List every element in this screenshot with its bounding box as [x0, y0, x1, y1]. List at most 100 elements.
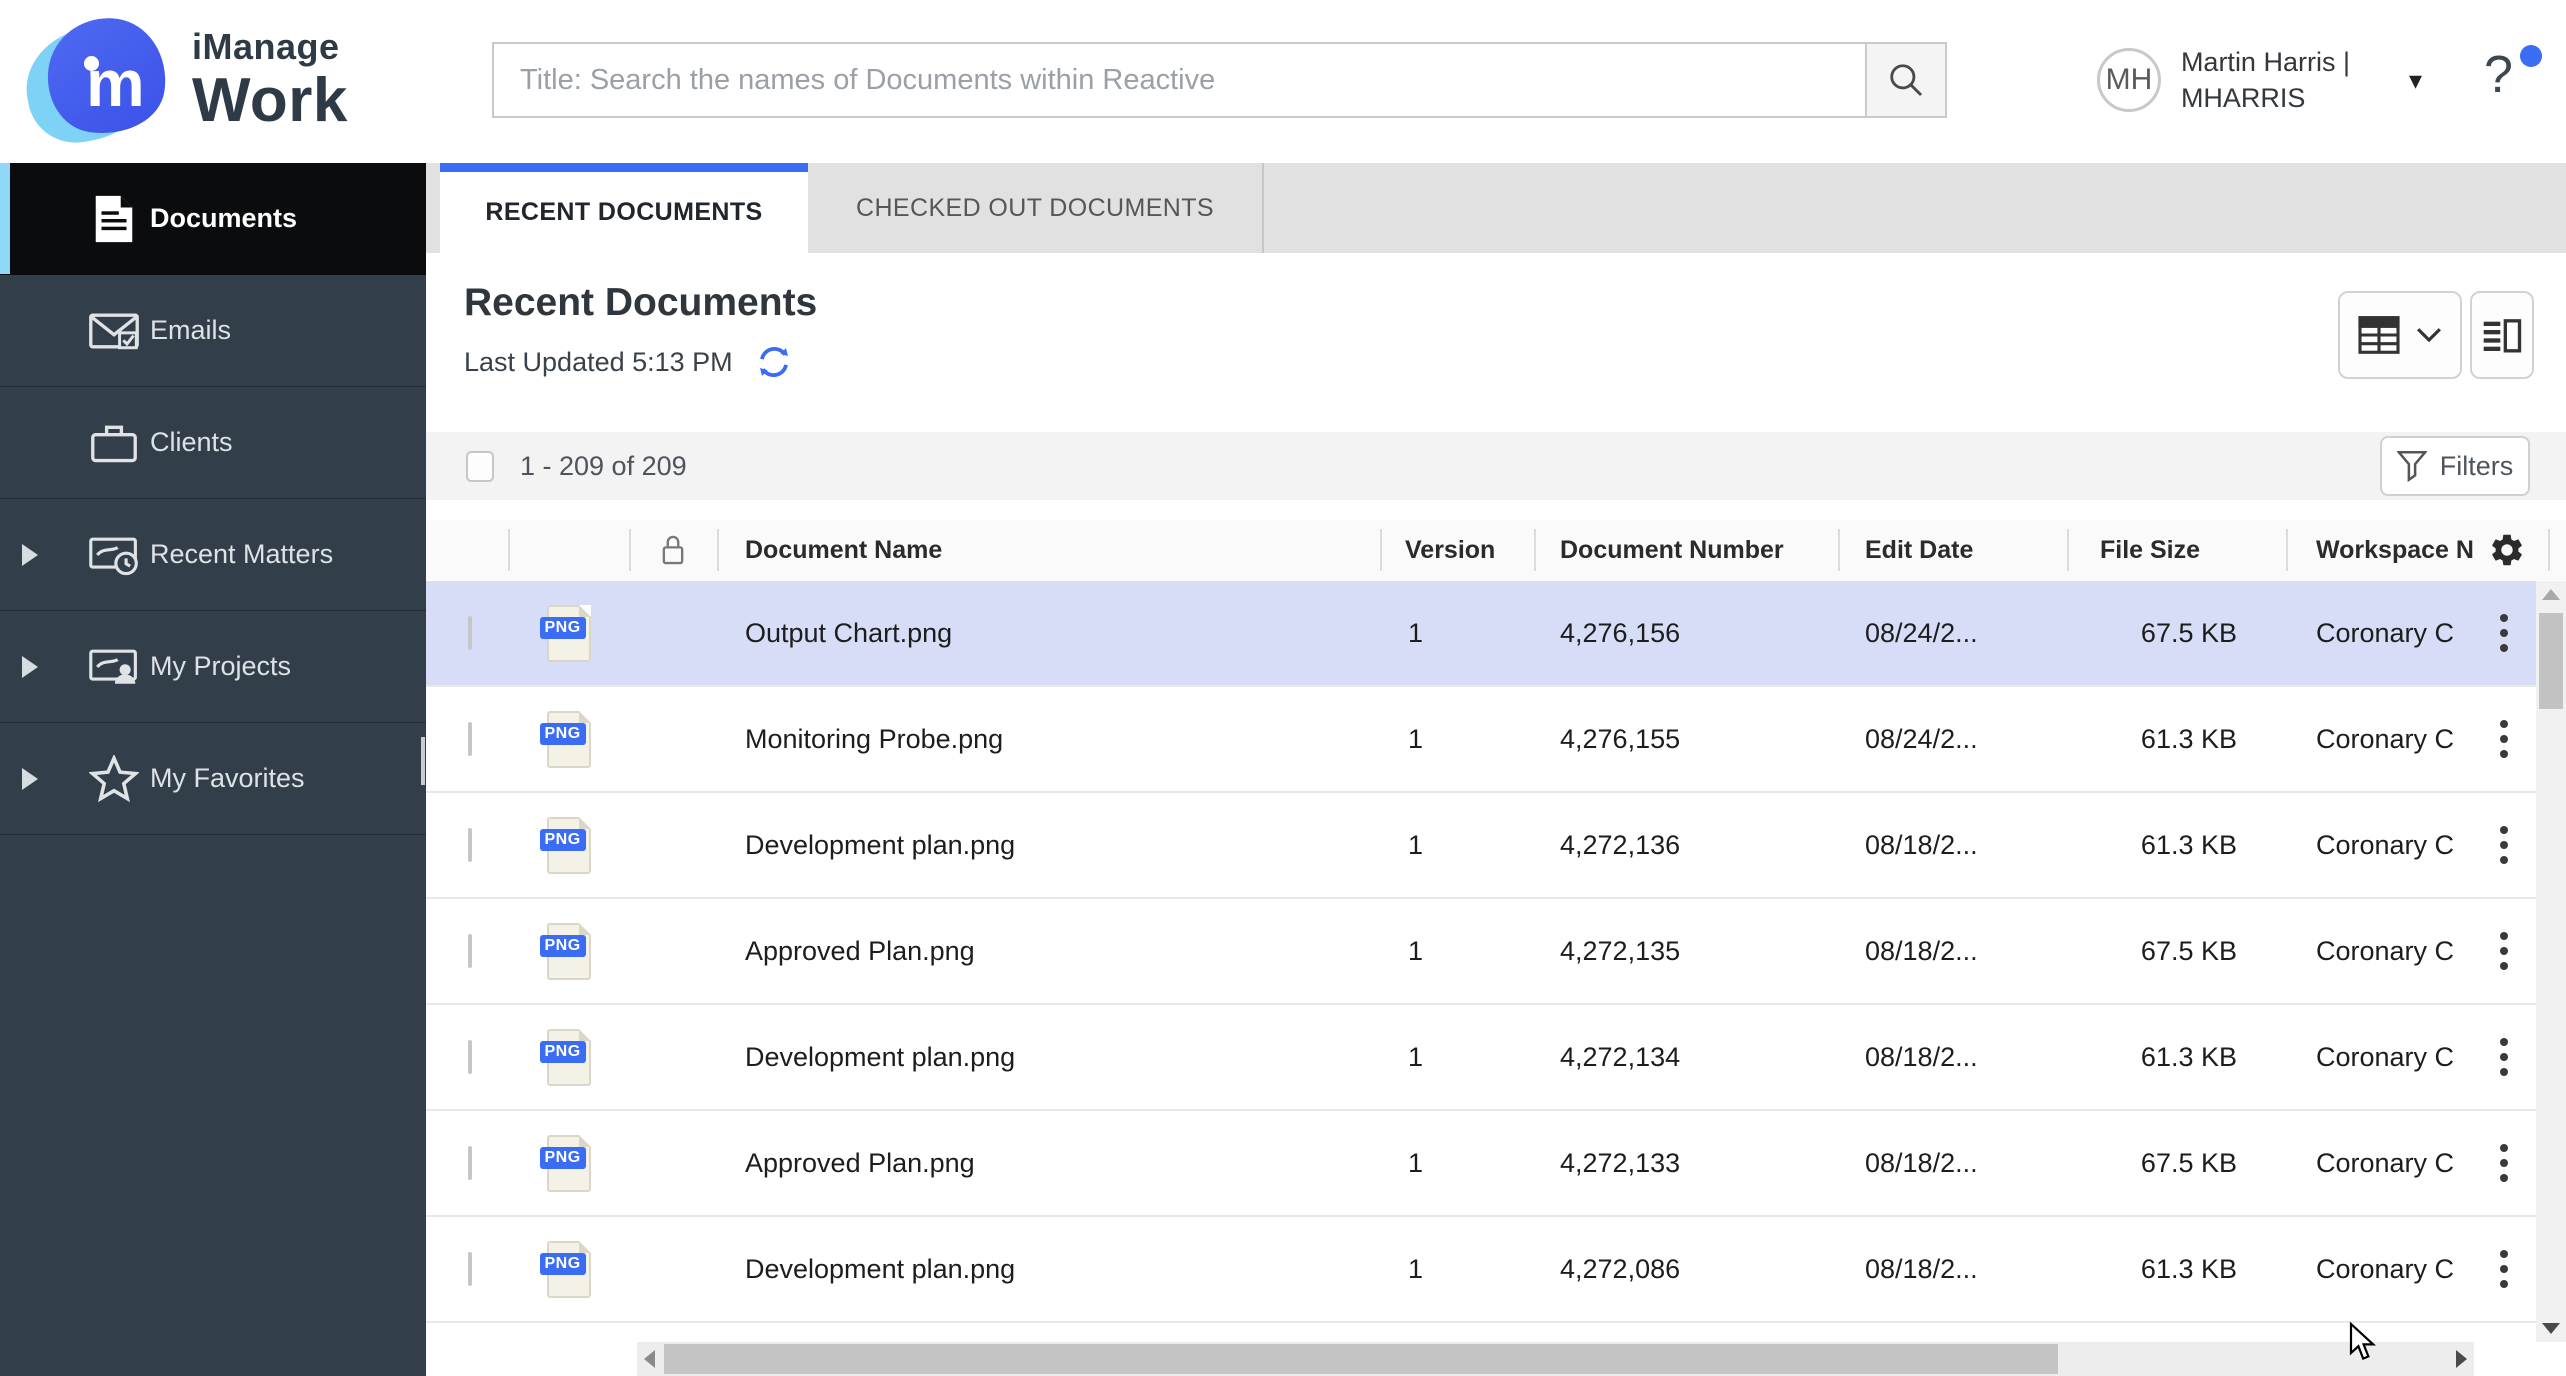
refresh-icon	[759, 347, 788, 377]
select-all-checkbox[interactable]	[466, 450, 494, 482]
document-version: 1	[1408, 617, 1424, 648]
document-name[interactable]: Monitoring Probe.png	[717, 724, 1380, 755]
imanage-work-logo[interactable]: m iManage Work	[17, 10, 348, 151]
png-file-icon: PNG	[539, 1240, 591, 1298]
document-number: 4,272,136	[1560, 829, 1681, 860]
document-name[interactable]: Approved Plan.png	[717, 1148, 1380, 1179]
header-file-size[interactable]: File Size	[2067, 520, 2286, 580]
document-name[interactable]: Development plan.png	[717, 830, 1380, 861]
row-menu-icon[interactable]	[2494, 1138, 2514, 1188]
help-button[interactable]: ?	[2484, 45, 2542, 115]
brand-text: iManage Work	[192, 26, 348, 133]
table-row[interactable]: PNG Approved Plan.png 1 4,272,133 08/18/…	[426, 1111, 2536, 1217]
header-edit-date[interactable]: Edit Date	[1838, 520, 2067, 580]
expand-arrow-icon[interactable]	[22, 543, 38, 566]
expand-arrow-icon[interactable]	[22, 655, 38, 678]
file-size: 61.3 KB	[2140, 1253, 2237, 1284]
header-version[interactable]: Version	[1380, 520, 1534, 580]
avatar[interactable]: MH	[2096, 48, 2161, 112]
row-checkbox[interactable]	[468, 1251, 472, 1286]
top-bar: m iManage Work MH Martin Harris | MHARRI…	[0, 0, 2566, 163]
header-lock-column[interactable]	[629, 520, 717, 580]
file-size: 61.3 KB	[2140, 1041, 2237, 1072]
header-document-name[interactable]: Document Name	[717, 520, 1380, 580]
tab-checked-out-documents[interactable]: CHECKED OUT DOCUMENTS	[808, 163, 1264, 253]
search-button[interactable]	[1865, 44, 1945, 116]
scroll-left-arrow-icon[interactable]	[644, 1350, 655, 1368]
selection-count-bar: 1 - 209 of 209 Filters	[426, 432, 2566, 500]
file-size: 67.5 KB	[2140, 617, 2237, 648]
sidebar-item-my-favorites[interactable]: My Favorites	[0, 723, 426, 835]
sidebar-item-documents[interactable]: Documents	[0, 163, 426, 275]
tab-recent-documents[interactable]: RECENT DOCUMENTS	[440, 163, 808, 253]
expand-arrow-icon[interactable]	[22, 767, 38, 790]
sidebar-item-emails[interactable]: Emails	[0, 275, 426, 387]
sidebar-item-clients[interactable]: Clients	[0, 387, 426, 499]
sidebar-item-my-projects[interactable]: My Projects	[0, 611, 426, 723]
table-row[interactable]: PNG Monitoring Probe.png 1 4,276,155 08/…	[426, 687, 2536, 793]
sidebar-item-recent-matters[interactable]: Recent Matters	[0, 499, 426, 611]
edit-date: 08/24/2...	[1865, 617, 1978, 648]
sidebar-item-label: Documents	[150, 203, 298, 233]
row-checkbox[interactable]	[468, 1145, 472, 1180]
filters-label: Filters	[2439, 450, 2514, 481]
lock-icon	[662, 535, 684, 565]
row-menu-icon[interactable]	[2494, 608, 2514, 658]
document-version: 1	[1408, 829, 1424, 860]
scroll-up-arrow-icon[interactable]	[2542, 589, 2560, 600]
row-menu-icon[interactable]	[2494, 1244, 2514, 1294]
table-row[interactable]: PNG Approved Plan.png 1 4,272,135 08/18/…	[426, 899, 2536, 1005]
horizontal-scrollbar-thumb[interactable]	[664, 1344, 2058, 1374]
row-checkbox[interactable]	[468, 827, 472, 862]
scroll-down-arrow-icon[interactable]	[2542, 1323, 2560, 1334]
vertical-scrollbar-thumb[interactable]	[2539, 613, 2563, 709]
table-row[interactable]: PNG Output Chart.png 1 4,276,156 08/24/2…	[426, 581, 2536, 687]
row-menu-icon[interactable]	[2494, 1032, 2514, 1082]
document-name[interactable]: Development plan.png	[717, 1042, 1380, 1073]
row-checkbox[interactable]	[468, 615, 472, 650]
row-menu-icon[interactable]	[2494, 820, 2514, 870]
horizontal-scrollbar[interactable]	[637, 1342, 2474, 1376]
table-row[interactable]: PNG Development plan.png 1 4,272,136 08/…	[426, 793, 2536, 899]
document-name[interactable]: Output Chart.png	[717, 618, 1380, 649]
table-row[interactable]: PNG Development plan.png 1 4,272,134 08/…	[426, 1005, 2536, 1111]
row-menu-icon[interactable]	[2494, 926, 2514, 976]
refresh-button[interactable]	[755, 343, 793, 381]
document-version: 1	[1408, 1147, 1424, 1178]
document-name[interactable]: Approved Plan.png	[717, 936, 1380, 967]
row-checkbox[interactable]	[468, 1039, 472, 1074]
vertical-scrollbar[interactable]	[2536, 581, 2566, 1342]
document-version: 1	[1408, 935, 1424, 966]
document-number: 4,276,155	[1560, 723, 1681, 754]
png-file-icon: PNG	[539, 816, 591, 874]
notification-dot	[2520, 45, 2542, 67]
search-icon	[1890, 64, 1923, 97]
table-view-dropdown-button[interactable]	[2338, 291, 2462, 379]
sidebar-resize-handle[interactable]	[421, 737, 425, 785]
table-body: PNG Output Chart.png 1 4,276,156 08/24/2…	[426, 581, 2536, 1342]
row-menu-icon[interactable]	[2494, 714, 2514, 764]
header-checkbox-column	[426, 520, 508, 580]
view-buttons	[2338, 291, 2534, 379]
user-area: MH Martin Harris | MHARRIS ▾ ?	[2096, 30, 2542, 130]
chevron-down-icon	[2417, 328, 2441, 343]
header-document-number[interactable]: Document Number	[1534, 520, 1838, 580]
table-row[interactable]: PNG Development plan.png 1 4,272,086 08/…	[426, 1217, 2536, 1323]
briefcase-icon	[88, 417, 140, 469]
scroll-right-arrow-icon[interactable]	[2456, 1350, 2467, 1368]
column-settings-button[interactable]	[2488, 531, 2526, 569]
last-updated-line: Last Updated 5:13 PM	[464, 343, 793, 381]
file-size: 67.5 KB	[2140, 1147, 2237, 1178]
main-content: RECENT DOCUMENTS CHECKED OUT DOCUMENTS R…	[426, 163, 2566, 1376]
filters-button[interactable]: Filters	[2380, 436, 2530, 496]
row-checkbox[interactable]	[468, 721, 472, 756]
document-name[interactable]: Development plan.png	[717, 1254, 1380, 1285]
row-checkbox[interactable]	[468, 933, 472, 968]
side-panel-toggle-button[interactable]	[2470, 291, 2534, 379]
search-input[interactable]	[494, 44, 1865, 116]
document-number: 4,272,133	[1560, 1147, 1681, 1178]
sidebar-item-label: My Favorites	[150, 763, 305, 793]
user-menu-caret-icon[interactable]: ▾	[2409, 65, 2422, 96]
email-icon	[88, 305, 140, 357]
brand-line1: iManage	[192, 26, 340, 68]
